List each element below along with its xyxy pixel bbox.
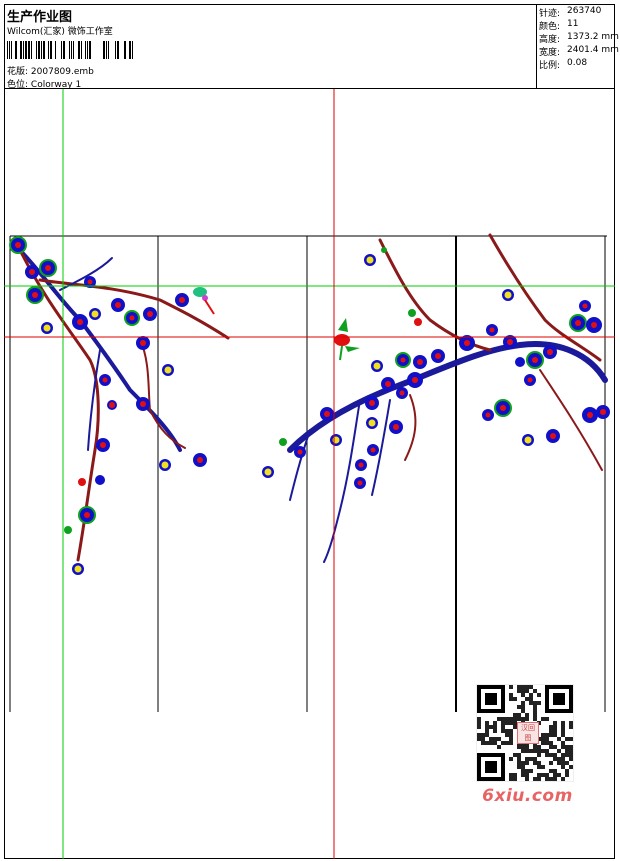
panel-grid (9, 235, 607, 712)
bud (162, 364, 174, 376)
flower (407, 372, 423, 388)
bud (366, 417, 378, 429)
flower (396, 387, 408, 399)
bud (414, 318, 422, 326)
flower (431, 349, 445, 363)
bud (107, 400, 117, 410)
qr-seal: 汉回图 (517, 722, 539, 744)
flower (579, 300, 591, 312)
right-branch (287, 233, 608, 563)
flower (175, 293, 189, 307)
flower (124, 310, 140, 326)
bird-left (193, 287, 215, 315)
flower (365, 396, 379, 410)
bud (408, 309, 416, 317)
flower (546, 429, 560, 443)
flower (95, 475, 105, 485)
qr-watermark: 汉回图 6xiu.com (470, 680, 585, 810)
flower (389, 420, 403, 434)
left-flowers (9, 236, 207, 524)
flower (395, 352, 411, 368)
flower (320, 407, 334, 421)
bud (279, 438, 287, 446)
flower (482, 409, 494, 421)
bud (381, 247, 387, 253)
flower (355, 459, 367, 471)
bud (159, 459, 171, 471)
flower (526, 351, 544, 369)
flower (143, 307, 157, 321)
flower (515, 357, 525, 367)
bud (89, 308, 101, 320)
flower (413, 355, 427, 369)
flower (136, 397, 150, 411)
flower (494, 399, 512, 417)
flower (99, 374, 111, 386)
flower (367, 444, 379, 456)
bud (502, 289, 514, 301)
flower (39, 259, 57, 277)
flower (586, 317, 602, 333)
bud (522, 434, 534, 446)
flower (111, 298, 125, 312)
flower (381, 377, 395, 391)
bud (41, 322, 53, 334)
flower (78, 506, 96, 524)
flower (486, 324, 498, 336)
flower (354, 477, 366, 489)
flower (136, 336, 150, 350)
site-watermark: 6xiu.com (482, 786, 573, 806)
flower (524, 374, 536, 386)
flower (294, 446, 306, 458)
bud (371, 360, 383, 372)
bud (364, 254, 376, 266)
flower (72, 314, 88, 330)
bud (262, 466, 274, 478)
flower (569, 314, 587, 332)
flower (25, 265, 39, 279)
flower (78, 478, 86, 486)
flower (193, 453, 207, 467)
bird-right (334, 318, 360, 361)
bud (330, 434, 342, 446)
flower (543, 345, 557, 359)
bud (72, 563, 84, 575)
flower (26, 286, 44, 304)
flower (96, 438, 110, 452)
flower (9, 236, 27, 254)
flower (596, 405, 610, 419)
flower (582, 407, 598, 423)
bud (64, 526, 72, 534)
